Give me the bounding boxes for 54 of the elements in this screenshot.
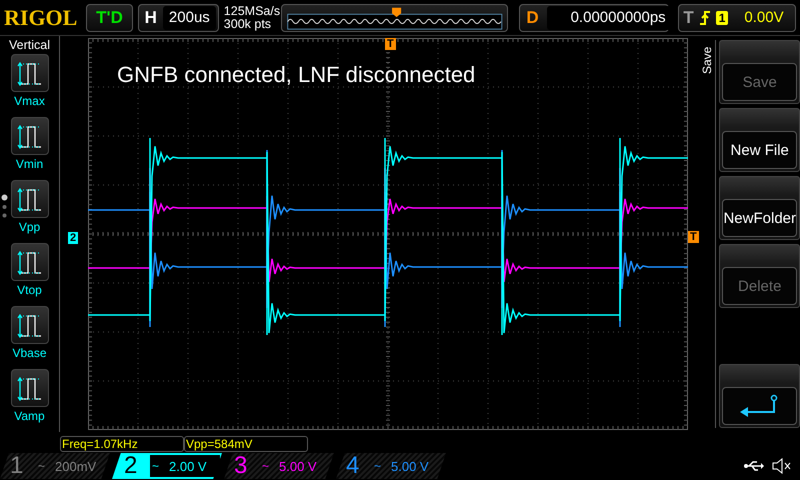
- channel-tab[interactable]: 3 ~ 5.00 V: [224, 453, 334, 479]
- trigger-level-marker[interactable]: T: [688, 231, 699, 243]
- channel-offset-marker[interactable]: 2: [68, 232, 78, 244]
- channel-number: 2: [124, 452, 138, 480]
- run-status[interactable]: T'D: [86, 4, 133, 32]
- measure-label: Vmin: [16, 157, 44, 171]
- page-dots-icon: [1, 194, 8, 219]
- rising-edge-icon: [700, 10, 710, 24]
- channel-scale: 5.00 V: [391, 458, 429, 474]
- measurement-readout: Freq=1.07kHz: [60, 436, 184, 452]
- trigger-level: 0.00V: [744, 9, 784, 26]
- measure-button[interactable]: [10, 306, 48, 344]
- menu-button[interactable]: NewFolder: [722, 199, 797, 237]
- horizontal-label: H: [144, 8, 158, 28]
- trigger-position-marker[interactable]: T: [385, 38, 396, 50]
- measure-label: Vpp: [18, 220, 40, 234]
- delay-label: D: [525, 8, 540, 28]
- memory-depth: 300k pts: [224, 18, 272, 30]
- coupling-symbol: ~: [38, 459, 46, 473]
- channel-number: 1: [10, 452, 24, 480]
- channel-number: 3: [234, 452, 248, 480]
- measure-button[interactable]: [10, 180, 48, 218]
- channel-tab[interactable]: 2 ~ 2.00 V: [112, 453, 222, 479]
- channel-scale: 2.00 V: [169, 458, 207, 474]
- speaker-muted-icon: [772, 458, 792, 474]
- measure-button[interactable]: [10, 117, 48, 155]
- coupling-symbol: ~: [262, 459, 270, 473]
- timebase-box[interactable]: H 200us: [138, 4, 219, 32]
- measurement-readout: Vpp=584mV: [184, 436, 308, 452]
- measure-label: Vmax: [14, 94, 45, 108]
- channel-number: 4: [346, 452, 360, 480]
- measure-button[interactable]: [10, 369, 48, 407]
- brand-logo: RIGOL: [4, 4, 78, 30]
- channel-tab[interactable]: 4 ~ 5.00 V: [336, 453, 446, 479]
- channel-scale: 200mV: [55, 458, 96, 474]
- measure-button[interactable]: [10, 243, 48, 281]
- channel-tab[interactable]: 1 ~ 200mV: [0, 453, 110, 479]
- trigger-label: T: [683, 8, 694, 28]
- back-button[interactable]: [722, 387, 797, 425]
- menu-title: Save: [700, 45, 715, 76]
- coupling-symbol: ~: [374, 459, 382, 473]
- measure-button[interactable]: [10, 54, 48, 92]
- trigger-box[interactable]: T 1 0.00V: [678, 4, 796, 32]
- timebase-value: 200us: [162, 6, 216, 30]
- coupling-symbol: ~: [152, 459, 160, 473]
- usb-icon: [744, 460, 764, 472]
- menu-button[interactable]: New File: [722, 131, 797, 169]
- annotation-text: GNFB connected, LNF disconnected: [117, 62, 476, 88]
- measure-label: Vamp: [14, 409, 45, 423]
- measure-label: Vtop: [17, 283, 42, 297]
- menu-title: Vertical: [9, 38, 50, 52]
- trigger-source: 1: [716, 10, 728, 24]
- channel-scale: 5.00 V: [279, 458, 317, 474]
- measure-label: Vbase: [12, 346, 47, 360]
